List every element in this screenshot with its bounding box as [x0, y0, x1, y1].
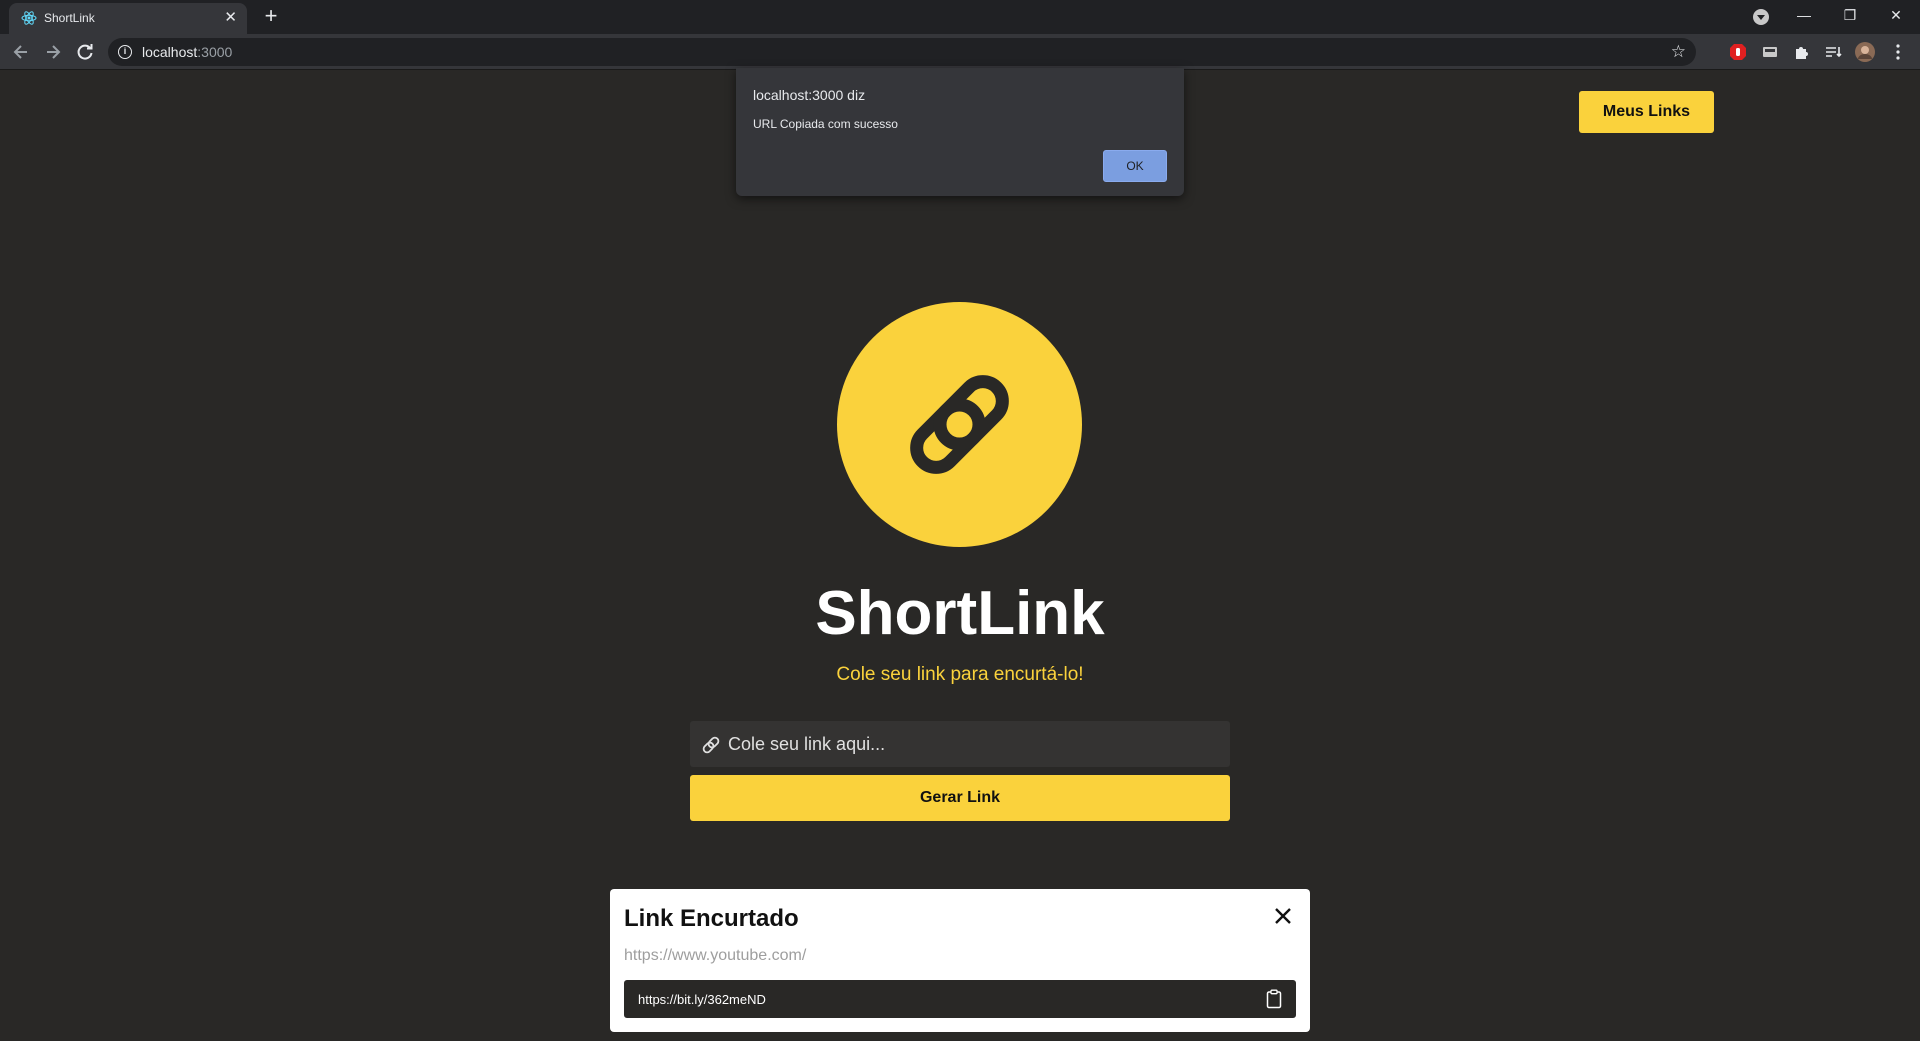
- chain-link-icon: [910, 375, 1009, 474]
- clipboard-icon[interactable]: [1266, 989, 1282, 1009]
- my-links-button[interactable]: Meus Links: [1579, 91, 1714, 133]
- alert-dialog: localhost:3000 diz URL Copiada com suces…: [736, 68, 1184, 196]
- page-subtitle: Cole seu link para encurtá-lo!: [836, 664, 1084, 685]
- restore-button[interactable]: ❐: [1828, 0, 1872, 30]
- result-modal: Link Encurtado https://www.youtube.com/ …: [610, 889, 1310, 1032]
- extension-icon[interactable]: [1760, 42, 1780, 62]
- reading-list-icon[interactable]: [1823, 42, 1843, 62]
- browser-tab-bar: ShortLink ✕ + — ❐ ✕: [0, 0, 1920, 34]
- link-input[interactable]: [728, 721, 1223, 767]
- puzzle-extensions-icon[interactable]: [1792, 42, 1812, 62]
- browser-tab[interactable]: ShortLink ✕: [9, 3, 247, 34]
- forward-arrow-icon[interactable]: [40, 39, 66, 65]
- bookmark-star-icon[interactable]: ☆: [1671, 42, 1686, 62]
- minimize-button[interactable]: —: [1782, 0, 1826, 30]
- close-icon[interactable]: [1270, 903, 1296, 929]
- adblock-extension-icon[interactable]: [1728, 42, 1748, 62]
- tab-search-icon[interactable]: [1753, 9, 1769, 25]
- link-input-container: [690, 721, 1230, 767]
- url-text[interactable]: localhost:3000: [142, 44, 232, 60]
- menu-kebab-icon[interactable]: [1888, 42, 1908, 62]
- back-arrow-icon[interactable]: [8, 39, 34, 65]
- result-title: Link Encurtado: [624, 905, 799, 932]
- alert-title: localhost:3000 diz: [753, 87, 866, 103]
- address-bar[interactable]: i localhost:3000 ☆: [108, 38, 1696, 66]
- react-icon: [21, 11, 37, 25]
- original-url: https://www.youtube.com/: [624, 947, 807, 964]
- tab-close-icon[interactable]: ✕: [224, 8, 237, 28]
- new-tab-button[interactable]: +: [258, 3, 284, 29]
- tab-title: ShortLink: [44, 11, 95, 25]
- generate-link-button[interactable]: Gerar Link: [690, 775, 1230, 821]
- logo: [837, 302, 1082, 547]
- avatar[interactable]: [1855, 42, 1875, 62]
- browser-toolbar: i localhost:3000 ☆: [0, 34, 1920, 70]
- link-icon: [702, 736, 720, 754]
- page-title: ShortLink: [815, 579, 1105, 648]
- short-url: https://bit.ly/362meND: [638, 992, 766, 1007]
- info-icon[interactable]: i: [118, 45, 132, 59]
- short-url-box[interactable]: https://bit.ly/362meND: [624, 980, 1296, 1018]
- alert-ok-button[interactable]: OK: [1103, 150, 1167, 182]
- window-close-button[interactable]: ✕: [1874, 0, 1918, 30]
- reload-icon[interactable]: [72, 39, 98, 65]
- alert-message: URL Copiada com sucesso: [753, 117, 898, 131]
